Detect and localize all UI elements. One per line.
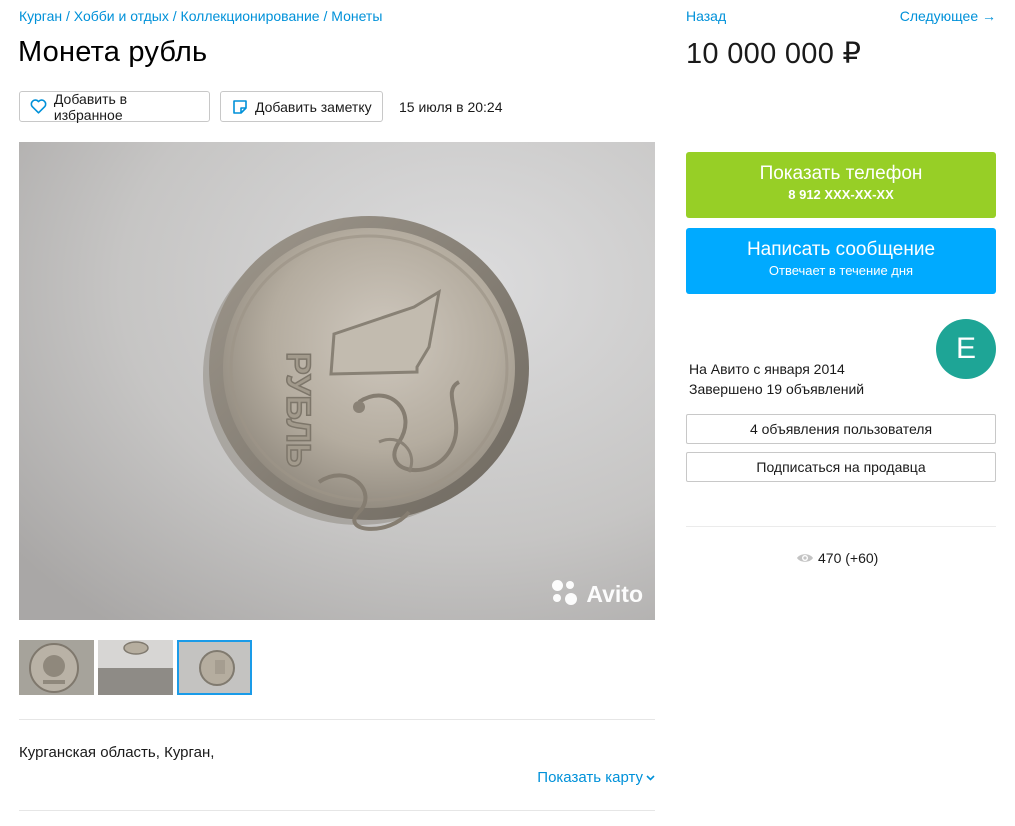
breadcrumb-city[interactable]: Курган bbox=[19, 8, 62, 24]
breadcrumb-category[interactable]: Хобби и отдых bbox=[74, 8, 169, 24]
next-link[interactable]: Следующее → bbox=[900, 8, 996, 24]
photo-thumbnails bbox=[19, 640, 256, 695]
show-map-link[interactable]: Показать карту bbox=[537, 769, 655, 786]
breadcrumb-separator: / bbox=[319, 8, 332, 24]
breadcrumb-subcategory[interactable]: Коллекционирование bbox=[181, 8, 320, 24]
divider bbox=[19, 810, 655, 811]
thumbnail-2[interactable] bbox=[98, 640, 173, 695]
subscribe-seller-button[interactable]: Подписаться на продавца bbox=[686, 452, 996, 482]
write-message-label: Написать сообщение bbox=[746, 239, 936, 260]
divider bbox=[19, 719, 655, 720]
avito-logo-icon bbox=[552, 580, 580, 608]
breadcrumb-separator: / bbox=[168, 8, 181, 24]
eye-icon bbox=[796, 552, 814, 564]
heart-outline-icon bbox=[30, 98, 48, 116]
main-photo[interactable]: РУБЛЬ Avito bbox=[19, 142, 655, 620]
thumbnail-coin-rouble-image bbox=[179, 642, 250, 693]
svg-text:РУБЛЬ: РУБЛЬ bbox=[279, 352, 317, 467]
thumbnail-coin-front-image bbox=[19, 640, 94, 695]
response-time-note: Отвечает в течение дня bbox=[768, 263, 914, 278]
thumbnail-3[interactable] bbox=[177, 640, 252, 695]
add-to-favorites-label: Добавить в избранное bbox=[53, 90, 128, 123]
seller-ads-button[interactable]: 4 объявления пользователя bbox=[686, 414, 996, 444]
location-address: Курганская область, Курган, bbox=[19, 744, 215, 761]
coin-photo-image: РУБЛЬ bbox=[19, 142, 655, 620]
seller-since: На Авито с января 2014 bbox=[689, 361, 845, 377]
breadcrumb: Курган / Хобби и отдых / Коллекционирова… bbox=[19, 8, 382, 24]
sticky-note-icon bbox=[231, 98, 249, 116]
avito-watermark-text: Avito bbox=[586, 580, 643, 607]
chevron-down-icon bbox=[646, 774, 655, 781]
show-map-label: Показать карту bbox=[537, 769, 643, 786]
divider bbox=[686, 526, 996, 527]
breadcrumb-separator: / bbox=[62, 8, 74, 24]
back-link[interactable]: Назад bbox=[686, 8, 726, 24]
add-note-label: Добавить заметку bbox=[255, 98, 372, 115]
listing-actions: Добавить в избранное Добавить заметку 15… bbox=[19, 90, 503, 123]
views-count: 470 (+60) bbox=[818, 550, 879, 566]
show-phone-label: Показать телефон bbox=[759, 163, 923, 184]
views-counter: 470 (+60) bbox=[796, 550, 878, 566]
avito-watermark: Avito bbox=[552, 580, 643, 608]
price: 10 000 000 ₽ bbox=[686, 38, 862, 70]
page-title: Монета рубль bbox=[18, 36, 208, 68]
breadcrumb-section[interactable]: Монеты bbox=[331, 8, 382, 24]
listing-date: 15 июля в 20:24 bbox=[399, 98, 503, 115]
seller-avatar[interactable]: E bbox=[936, 319, 996, 379]
masked-phone-number: 8 912 XXX-XX-XX bbox=[788, 187, 894, 202]
show-phone-button[interactable]: Показать телефон 8 912 XXX-XX-XX bbox=[686, 152, 996, 218]
add-note-button[interactable]: Добавить заметку bbox=[220, 91, 383, 122]
add-to-favorites-button[interactable]: Добавить в избранное bbox=[19, 90, 210, 123]
write-message-button[interactable]: Написать сообщение Отвечает в течение дн… bbox=[686, 228, 996, 294]
thumbnail-coin-table-image bbox=[98, 640, 173, 695]
seller-completed-ads: Завершено 19 объявлений bbox=[689, 381, 865, 397]
thumbnail-1[interactable] bbox=[19, 640, 94, 695]
